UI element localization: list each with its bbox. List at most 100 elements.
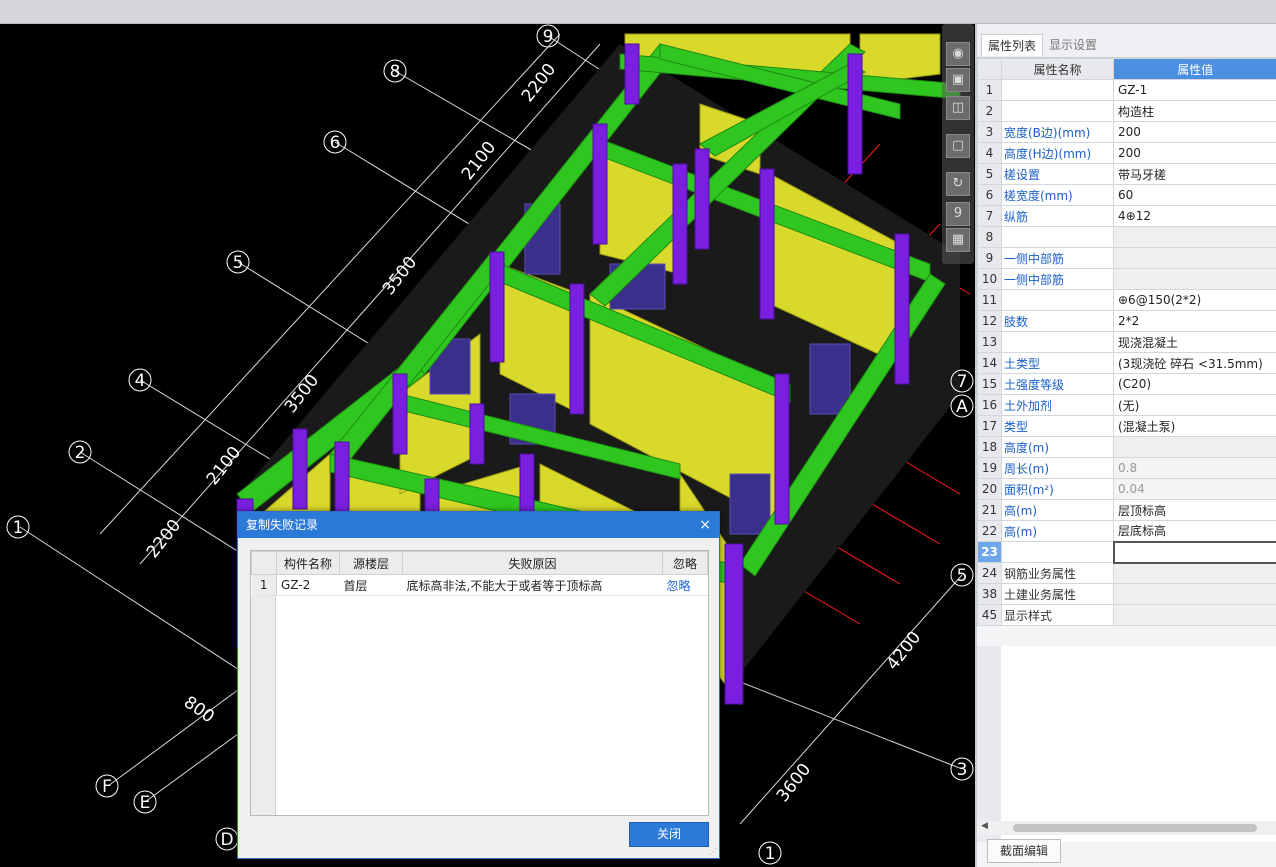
cell-component-name: GZ-2 [276, 574, 340, 596]
property-row[interactable]: 23 [977, 540, 1276, 564]
grid-icon[interactable]: ▦ [946, 228, 970, 252]
header-source-floor: 源楼层 [339, 551, 403, 575]
axis-label-f: F [102, 777, 112, 797]
property-value[interactable] [1113, 583, 1276, 605]
close-button[interactable]: 关闭 [629, 822, 709, 847]
horizontal-scrollbar[interactable]: ◀ [977, 821, 1276, 835]
property-value[interactable]: 层底标高 [1113, 520, 1276, 542]
tab-display-settings[interactable]: 显示设置 [1043, 34, 1103, 56]
property-value[interactable]: 0.8 [1113, 457, 1276, 479]
rotate-icon[interactable]: ↻ [946, 172, 970, 196]
property-value[interactable]: GZ-1 [1113, 79, 1276, 101]
property-value[interactable] [1113, 268, 1276, 290]
property-row[interactable]: 19 周长(m) 0.8 [977, 457, 1276, 479]
table-row[interactable]: 1 GZ-2 首层 底标高非法,不能大于或者等于顶标高 忽略 [251, 574, 708, 596]
property-row[interactable]: 10 一侧中部筋 [977, 268, 1276, 290]
top-view-icon[interactable]: ▣ [946, 68, 970, 92]
property-row[interactable]: 22 高(m) 层底标高 [977, 520, 1276, 542]
property-row[interactable]: 1 GZ-1 [977, 79, 1276, 101]
property-row[interactable]: 14 土类型 (3现浇砼 碎石 <31.5mm) [977, 352, 1276, 374]
property-row[interactable]: 2 构造柱 [977, 100, 1276, 122]
close-icon[interactable]: × [699, 512, 711, 538]
property-value[interactable] [1113, 226, 1276, 248]
property-row[interactable]: 45 显示样式 [977, 604, 1276, 626]
scroll-left-icon[interactable]: ◀ [981, 821, 988, 831]
property-value[interactable]: 60 [1113, 184, 1276, 206]
property-row-index: 8 [977, 226, 1002, 248]
property-row[interactable]: 5 槎设置 带马牙槎 [977, 163, 1276, 185]
scrollbar-thumb[interactable] [1013, 824, 1257, 832]
property-value[interactable]: 2*2 [1113, 310, 1276, 332]
property-value[interactable]: (C20) [1113, 373, 1276, 395]
property-name: 高(m) [1001, 499, 1114, 521]
property-value[interactable] [1113, 604, 1276, 626]
box-view-icon[interactable]: ▢ [946, 134, 970, 158]
property-row-index: 22 [977, 520, 1002, 542]
property-value[interactable]: 200 [1113, 121, 1276, 143]
property-value[interactable]: 200 [1113, 142, 1276, 164]
property-row[interactable]: 16 土外加剂 (无) [977, 394, 1276, 416]
property-name: 高(m) [1001, 520, 1114, 542]
property-row[interactable]: 24 钢筋业务属性 [977, 562, 1276, 584]
axis-label-7: 7 [957, 372, 968, 392]
property-row[interactable]: 18 高度(m) [977, 436, 1276, 458]
dimension-4200: 4200 [883, 628, 925, 674]
resize-grip-icon[interactable]: ⋰ [709, 847, 717, 856]
dialog-title-bar[interactable]: 复制失败记录 × [238, 512, 719, 538]
property-row[interactable]: 9 一侧中部筋 [977, 247, 1276, 269]
property-row[interactable]: 7 纵筋 4⊕12 [977, 205, 1276, 227]
property-value[interactable]: ⊕6@150(2*2) [1113, 289, 1276, 311]
property-value[interactable]: 带马牙槎 [1113, 163, 1276, 185]
property-row[interactable]: 6 槎宽度(mm) 60 [977, 184, 1276, 206]
view-toolbar: ◉ ▣ ◫ ▢ ↻ 9 ▦ [942, 24, 974, 264]
property-row[interactable]: 3 宽度(B边)(mm) 200 [977, 121, 1276, 143]
property-row-index: 38 [977, 583, 1002, 605]
dimension-3600: 3600 [773, 760, 815, 806]
property-row[interactable]: 8 [977, 226, 1276, 248]
ignore-link[interactable]: 忽略 [662, 574, 708, 596]
dimension-2100-top: 2100 [458, 138, 500, 184]
property-value[interactable]: 层顶标高 [1113, 499, 1276, 521]
property-value[interactable]: (3现浇砼 碎石 <31.5mm) [1113, 352, 1276, 374]
orbit-icon[interactable]: ◉ [946, 42, 970, 66]
header-property-name: 属性名称 [1001, 58, 1114, 80]
property-row[interactable]: 4 高度(H边)(mm) 200 [977, 142, 1276, 164]
property-value[interactable] [1113, 436, 1276, 458]
property-value[interactable] [1112, 540, 1276, 564]
property-name: 一侧中部筋 [1001, 247, 1114, 269]
cube-view-icon[interactable]: ◫ [946, 96, 970, 120]
property-row-index: 14 [977, 352, 1002, 374]
property-value[interactable]: (混凝土泵) [1113, 415, 1276, 437]
property-value[interactable]: 4⊕12 [1113, 205, 1276, 227]
property-row[interactable]: 11 ⊕6@150(2*2) [977, 289, 1276, 311]
property-value[interactable] [1113, 247, 1276, 269]
property-name: 土类型 [1001, 352, 1114, 374]
axis-label-8: 8 [390, 62, 401, 82]
property-row[interactable]: 13 现浇混凝土 [977, 331, 1276, 353]
property-row-index: 13 [977, 331, 1002, 353]
property-row[interactable]: 38 土建业务属性 [977, 583, 1276, 605]
property-value[interactable]: (无) [1113, 394, 1276, 416]
property-name: 肢数 [1001, 310, 1114, 332]
section-edit-button[interactable]: 截面编辑 [987, 839, 1062, 863]
property-row[interactable]: 17 类型 (混凝土泵) [977, 415, 1276, 437]
property-name: 槎宽度(mm) [1001, 184, 1114, 206]
property-row-index: 15 [977, 373, 1002, 395]
zoom-badge[interactable]: 9 [946, 202, 970, 226]
property-name: 槎设置 [1001, 163, 1114, 185]
property-row[interactable]: 21 高(m) 层顶标高 [977, 499, 1276, 521]
property-value[interactable] [1113, 562, 1276, 584]
tab-property-list[interactable]: 属性列表 [981, 34, 1044, 56]
property-row[interactable]: 15 土强度等级 (C20) [977, 373, 1276, 395]
property-name [1001, 100, 1114, 122]
property-row-index: 10 [977, 268, 1002, 290]
property-name [1001, 331, 1114, 353]
property-value[interactable]: 构造柱 [1113, 100, 1276, 122]
property-value[interactable]: 0.04 [1113, 478, 1276, 500]
axis-label-2: 2 [75, 443, 86, 463]
property-row[interactable]: 20 面积(m²) 0.04 [977, 478, 1276, 500]
property-row[interactable]: 12 肢数 2*2 [977, 310, 1276, 332]
property-name: 土强度等级 [1001, 373, 1114, 395]
property-name: 纵筋 [1001, 205, 1114, 227]
property-value[interactable]: 现浇混凝土 [1113, 331, 1276, 353]
